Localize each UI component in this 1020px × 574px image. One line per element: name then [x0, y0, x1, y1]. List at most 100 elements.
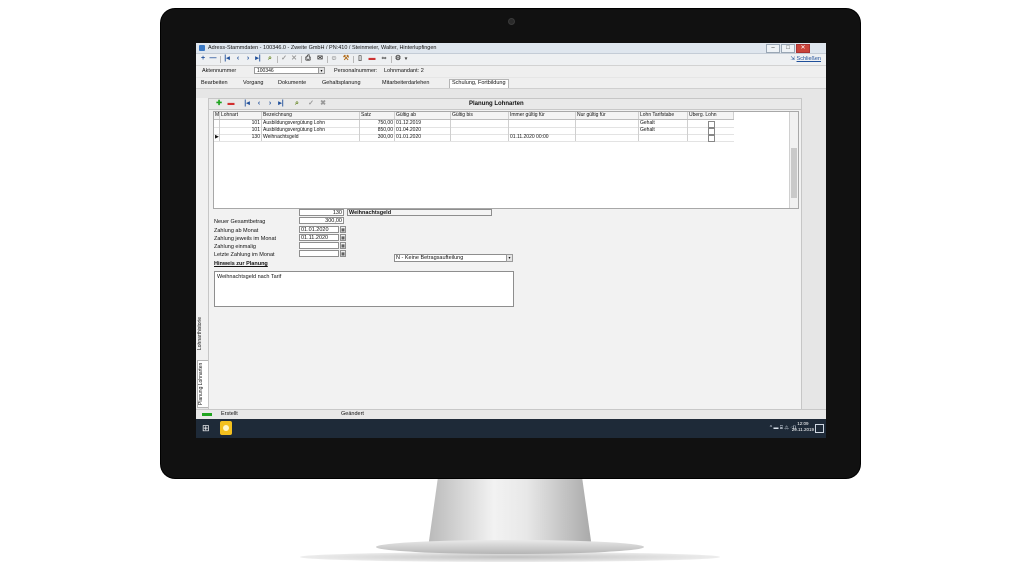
- betragsaufteilung-select[interactable]: N - Keine Betragsaufteilung: [394, 254, 509, 262]
- cell-bezeichnung: Ausbildungsvergütung Lohn: [262, 120, 360, 127]
- taskbar: ⊞ ^ ▬ ⌸ ⁂ ◁) 12:09 29.11.2019: [196, 419, 826, 438]
- table-scrollbar[interactable]: [789, 112, 798, 208]
- tab-lohnarthistorie[interactable]: Lohnarthistorie: [197, 308, 207, 358]
- column-header-nur-gueltig[interactable]: Nur gültig für: [576, 112, 639, 119]
- confirm-icon[interactable]: ✓: [307, 100, 315, 108]
- cell-satz: 750,00: [360, 120, 395, 127]
- tab-schulung-fortbildung[interactable]: Schulung, Fortbildung: [449, 79, 509, 88]
- status-bar: Erstellt Geändert: [196, 409, 826, 419]
- cell-immer-gueltig: 01.11.2020 00:00: [509, 134, 576, 141]
- tab-gehaltsplanung[interactable]: Gehaltsplanung: [322, 80, 361, 86]
- panel-title: Planung Lohnarten: [469, 101, 524, 107]
- minimize-button[interactable]: –: [766, 44, 780, 53]
- calendar-icon[interactable]: ▦: [340, 234, 346, 241]
- letzte-zahlung-label: Letzte Zahlung im Monat: [214, 252, 275, 258]
- table-header: M Lohnart Bezeichnung Satz Gültig ab Gül…: [214, 112, 734, 120]
- cell-lohn-tarifstabe: Gehalt: [639, 120, 688, 127]
- close-link-label: Schließen: [796, 56, 821, 62]
- tab-mitarbeiterdarlehen[interactable]: Mitarbeiterdarlehen: [382, 80, 429, 86]
- cell-immer-gueltig: [509, 120, 576, 127]
- chevron-down-icon[interactable]: ▾: [402, 55, 410, 63]
- calendar-icon[interactable]: ▦: [340, 250, 346, 257]
- zahlung-ab-input[interactable]: 01.01.2020: [299, 226, 339, 233]
- cancel-icon[interactable]: ✕: [290, 55, 298, 63]
- cell-lohnart: 101: [220, 120, 262, 127]
- delete-row-icon[interactable]: ▬: [227, 100, 235, 108]
- cell-lohn-tarifstabe: Gehalt: [639, 127, 688, 134]
- last-record-icon[interactable]: ▸|: [254, 55, 262, 63]
- column-header-gueltig-ab[interactable]: Gültig ab: [395, 112, 451, 119]
- column-header-immer-gueltig[interactable]: Immer gültig für: [509, 112, 576, 119]
- previous-record-icon[interactable]: ‹: [234, 55, 242, 63]
- next-record-icon[interactable]: ›: [244, 55, 252, 63]
- binoculars-icon[interactable]: ⌕: [266, 55, 274, 63]
- close-window-button[interactable]: ✕: [796, 44, 810, 53]
- chevron-down-icon[interactable]: ▾: [506, 254, 513, 262]
- column-header-gueltig-bis[interactable]: Gültig bis: [451, 112, 509, 119]
- column-header-uebergang-lohn[interactable]: Überg. Lohn: [688, 112, 734, 119]
- zahlung-jeweils-input[interactable]: 01.11.2020: [299, 234, 339, 241]
- search-icon[interactable]: ⌕: [293, 100, 301, 108]
- next-row-icon[interactable]: ›: [266, 100, 274, 108]
- cell-satz: 850,00: [360, 127, 395, 134]
- settings-icon[interactable]: ⚙: [394, 55, 402, 63]
- neuer-gesamtbetrag-input[interactable]: 300,00: [299, 217, 344, 224]
- link-icon[interactable]: ∞: [380, 55, 388, 63]
- discard-icon[interactable]: ✖: [319, 100, 327, 108]
- detail-form: 130 Weihnachtsgeld Neuer Gesamtbetrag 30…: [209, 209, 801, 409]
- neuer-gesamtbetrag-label: Neuer Gesamtbetrag: [214, 219, 266, 225]
- table-row[interactable]: ▶ 130 Weihnachtsgeld 300,00 01.01.2020 0…: [214, 134, 734, 142]
- column-header-satz[interactable]: Satz: [360, 112, 395, 119]
- tab-vorgang[interactable]: Vorgang: [243, 80, 264, 86]
- taskbar-clock[interactable]: 12:09 29.11.2019: [792, 421, 814, 433]
- cell-nur-gueltig: [576, 134, 639, 141]
- add-row-icon[interactable]: ✚: [215, 100, 223, 108]
- column-header-bezeichnung[interactable]: Bezeichnung: [262, 112, 360, 119]
- cell-gueltig-ab: 01.01.2020: [395, 134, 451, 141]
- add-icon[interactable]: +: [199, 55, 207, 63]
- header-fields: Aktennummer 100346 ▾ Personalnummer: Loh…: [196, 66, 826, 77]
- tools-icon[interactable]: ⚒: [342, 55, 350, 63]
- taskbar-app-icon[interactable]: [220, 421, 232, 435]
- calendar-icon[interactable]: ▦: [340, 226, 346, 233]
- maximize-button[interactable]: □: [781, 44, 795, 53]
- column-header-lohnart[interactable]: Lohnart: [220, 112, 262, 119]
- taskbar-app-icon-inner: [223, 425, 229, 431]
- document-icon[interactable]: ▯: [356, 55, 364, 63]
- tab-bearbeiten[interactable]: Bearbeiten: [201, 80, 228, 86]
- lohnart-number-field: 130: [299, 209, 344, 216]
- window-title: Adress-Stammdaten - 100346.0 - Zweite Gm…: [208, 45, 437, 51]
- uebergang-lohn-checkbox[interactable]: [708, 135, 715, 142]
- panel-toolbar: ✚ ▬ |◂ ‹ › ▸| ⌕ ✓ ✖ Planung Lohnarten: [209, 99, 801, 110]
- toolbar-separator: [301, 56, 302, 63]
- cell-bezeichnung: Ausbildungsvergütung Lohn: [262, 127, 360, 134]
- cell-immer-gueltig: [509, 127, 576, 134]
- previous-row-icon[interactable]: ‹: [255, 100, 263, 108]
- first-row-icon[interactable]: |◂: [243, 100, 251, 108]
- zahlung-einmalig-label: Zahlung einmalig: [214, 244, 256, 250]
- first-record-icon[interactable]: |◂: [223, 55, 231, 63]
- print-icon[interactable]: ⎙: [304, 55, 312, 63]
- column-header-lohn-tarifstabe[interactable]: Lohn Tarifstabe: [639, 112, 688, 119]
- table-scrollbar-thumb[interactable]: [791, 148, 797, 198]
- users-icon[interactable]: ☺: [330, 55, 338, 63]
- remove-icon[interactable]: —: [209, 55, 217, 63]
- windows-start-icon[interactable]: ⊞: [202, 424, 211, 433]
- aktennummer-input[interactable]: 100346: [254, 67, 324, 74]
- zahlung-einmalig-input[interactable]: [299, 242, 339, 249]
- lohnart-name-field: Weihnachtsgeld: [347, 209, 492, 216]
- hinweis-textarea[interactable]: Weihnachtsgeld nach Tarif: [214, 271, 514, 307]
- notification-icon[interactable]: [815, 424, 824, 433]
- flag-icon[interactable]: ▬: [368, 55, 376, 63]
- letzte-zahlung-input[interactable]: [299, 250, 339, 257]
- last-row-icon[interactable]: ▸|: [277, 100, 285, 108]
- mail-icon[interactable]: ✉: [316, 55, 324, 63]
- lohnarten-table: M Lohnart Bezeichnung Satz Gültig ab Gül…: [213, 111, 799, 209]
- save-icon[interactable]: ✓: [280, 55, 288, 63]
- close-link[interactable]: ⇲ Schließen: [790, 56, 821, 62]
- calendar-icon[interactable]: ▦: [340, 242, 346, 249]
- monitor-stand-neck: [428, 478, 592, 548]
- aktennummer-dropdown-button[interactable]: ▾: [318, 67, 325, 74]
- tab-dokumente[interactable]: Dokumente: [278, 80, 306, 86]
- webcam: [508, 18, 515, 25]
